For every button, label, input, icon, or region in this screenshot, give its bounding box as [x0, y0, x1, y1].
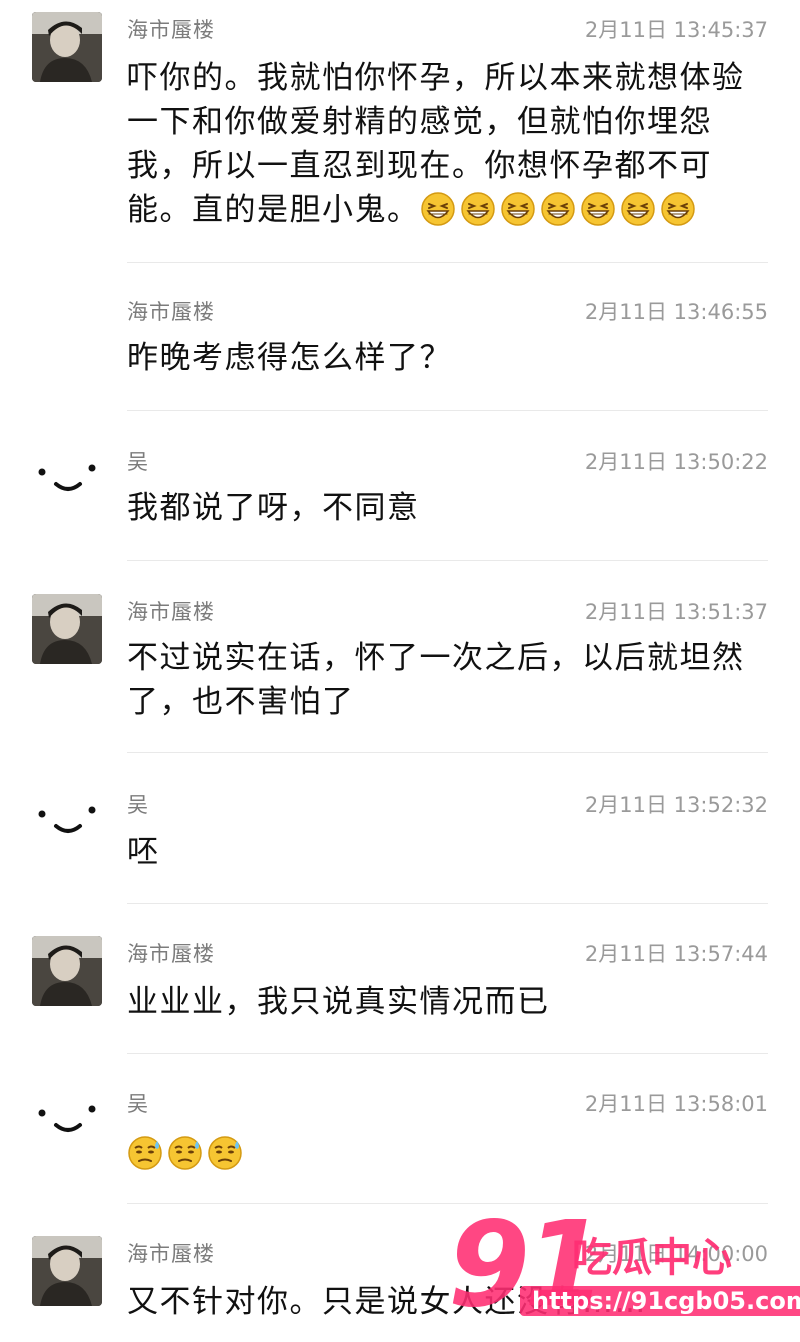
avatar[interactable] — [32, 936, 102, 1006]
grinning-squinting-face-icon — [580, 192, 615, 226]
avatar[interactable] — [32, 788, 102, 858]
smile-face-icon — [38, 1105, 96, 1132]
message-text: 昨晚考虑得怎么样了？ — [127, 340, 452, 376]
avatar[interactable] — [32, 12, 102, 82]
grinning-squinting-face-icon — [540, 192, 575, 226]
message-time: 2月11日 13:58:01 — [584, 1092, 768, 1116]
message-text: 业业业，我只说真实情况而已 — [127, 984, 550, 1020]
sender-name: 海市蜃楼 — [127, 600, 215, 624]
avatar[interactable] — [32, 1087, 102, 1157]
avatar-photo-icon — [32, 12, 102, 82]
message-time: 2月11日 13:50:22 — [584, 450, 768, 474]
face-with-sweat-drop-icon — [168, 1136, 202, 1170]
divider — [127, 560, 768, 561]
message-emoji-row — [127, 1132, 767, 1176]
message-text: 不过说实在话，怀了一次之后，以后就坦然了，也不害怕了 — [127, 640, 745, 720]
face-with-sweat-drop-icon — [208, 1136, 242, 1170]
message-time: 2月11日 13:45:37 — [584, 18, 768, 42]
smile-face-icon — [38, 806, 96, 833]
smile-face-icon — [38, 464, 96, 491]
avatar[interactable] — [32, 446, 102, 516]
message-time: 2月11日 13:46:55 — [584, 300, 768, 324]
avatar[interactable] — [32, 1236, 102, 1306]
face-with-sweat-drop-icon — [128, 1136, 162, 1170]
avatar[interactable] — [32, 594, 102, 664]
avatar-photo-icon — [32, 936, 102, 1006]
sender-name: 吴 — [127, 1092, 149, 1116]
message-text: 我都说了呀，不同意 — [127, 490, 420, 526]
grinning-squinting-face-icon — [460, 192, 495, 226]
divider — [127, 752, 768, 753]
grinning-squinting-face-icon — [500, 192, 535, 226]
sender-name: 海市蜃楼 — [127, 300, 215, 324]
divider — [127, 262, 768, 263]
sender-name: 海市蜃楼 — [127, 1242, 215, 1266]
message-time: 2月11日 13:57:44 — [584, 942, 768, 966]
sender-name: 海市蜃楼 — [127, 18, 215, 42]
sender-name: 吴 — [127, 450, 149, 474]
divider — [127, 903, 768, 904]
divider — [127, 1203, 768, 1204]
message-text: 又不针对你。只是说女人还没有…… — [127, 1284, 647, 1320]
message-time: 2月11日 14:00:00 — [584, 1242, 768, 1266]
grinning-squinting-face-icon — [420, 192, 455, 226]
message-text: 吓你的。我就怕你怀孕，所以本来就想体验一下和你做爱射精的感觉，但就怕你埋怨我，所… — [127, 56, 767, 232]
sender-name: 吴 — [127, 793, 149, 817]
divider — [127, 410, 768, 411]
sender-name: 海市蜃楼 — [127, 942, 215, 966]
grinning-squinting-face-icon — [620, 192, 655, 226]
message-time: 2月11日 13:51:37 — [584, 600, 768, 624]
divider — [127, 1053, 768, 1054]
grinning-squinting-face-icon — [660, 192, 695, 226]
message-text: 呸 — [127, 834, 160, 870]
emoji-row — [420, 192, 700, 228]
message-time: 2月11日 13:52:32 — [584, 793, 768, 817]
avatar-photo-icon — [32, 1236, 102, 1306]
avatar-photo-icon — [32, 594, 102, 664]
